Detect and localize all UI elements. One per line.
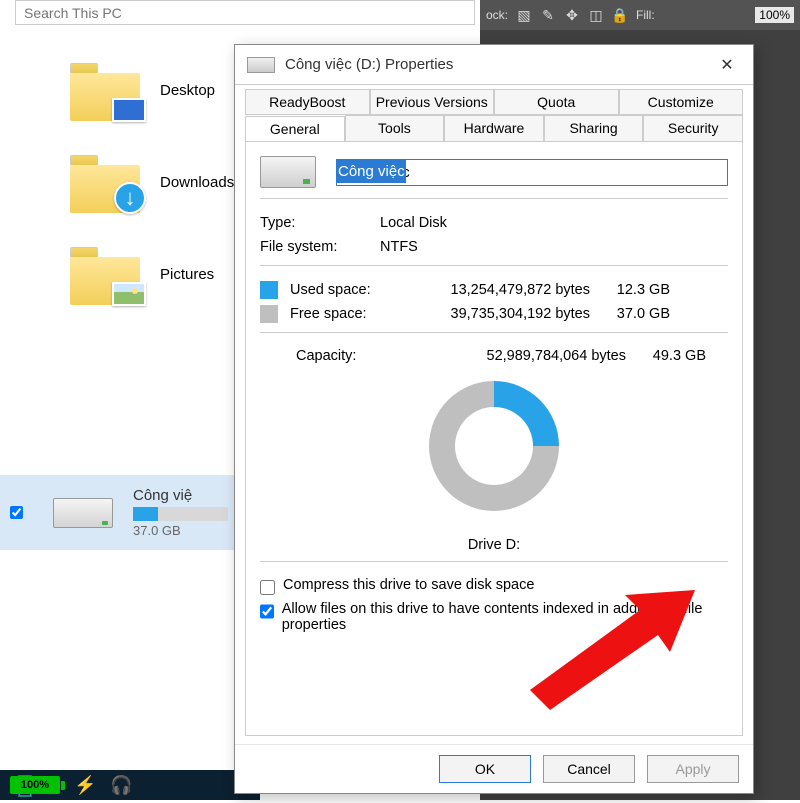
tab-previous-versions[interactable]: Previous Versions bbox=[370, 89, 495, 115]
compress-label: Compress this drive to save disk space bbox=[283, 577, 534, 593]
tab-customize[interactable]: Customize bbox=[619, 89, 744, 115]
used-bytes: 13,254,479,872 bytes bbox=[400, 282, 590, 298]
drive-icon bbox=[260, 156, 316, 188]
used-swatch bbox=[260, 281, 278, 299]
free-swatch bbox=[260, 305, 278, 323]
lock-icon[interactable]: ▧ bbox=[516, 7, 532, 23]
folder-label: Downloads bbox=[160, 174, 234, 191]
folder-label: Desktop bbox=[160, 82, 215, 99]
drive-name-input[interactable] bbox=[336, 159, 728, 186]
folder-icon bbox=[70, 63, 140, 118]
close-button[interactable]: ✕ bbox=[713, 51, 741, 79]
capacity-label: Capacity: bbox=[296, 348, 416, 364]
fill-label: Fill: bbox=[636, 8, 655, 22]
fs-label: File system: bbox=[260, 239, 380, 255]
drive-name: Công việ bbox=[133, 487, 228, 504]
cancel-button[interactable]: Cancel bbox=[543, 755, 635, 783]
type-label: Type: bbox=[260, 215, 380, 231]
type-value: Local Disk bbox=[380, 215, 728, 231]
drive-icon bbox=[53, 498, 113, 528]
padlock-icon[interactable]: 🔒 bbox=[612, 7, 628, 23]
tab-sharing[interactable]: Sharing bbox=[544, 115, 644, 141]
crop-icon[interactable]: ◫ bbox=[588, 7, 604, 23]
folder-label: Pictures bbox=[160, 266, 214, 283]
headphone-icon: 🎧 bbox=[110, 775, 132, 796]
capacity-bytes: 52,989,784,064 bytes bbox=[416, 348, 626, 364]
used-gb: 12.3 GB bbox=[590, 282, 670, 298]
tab-strip: ReadyBoost Previous Versions Quota Custo… bbox=[235, 85, 753, 141]
compress-checkbox[interactable] bbox=[260, 580, 275, 595]
ps-mock-label: ock: bbox=[486, 8, 508, 22]
ps-toolbar: ock: ▧ ✎ ✥ ◫ 🔒 Fill: 100% bbox=[480, 0, 800, 30]
folder-icon bbox=[70, 247, 140, 302]
ok-button[interactable]: OK bbox=[439, 755, 531, 783]
lightning-icon: ⚡ bbox=[74, 775, 96, 796]
capacity-gb: 49.3 GB bbox=[626, 348, 706, 364]
free-label: Free space: bbox=[290, 306, 400, 322]
taskbar: 100% ⚡ 🎧 bbox=[0, 770, 260, 800]
annotation-arrow bbox=[530, 590, 700, 715]
index-checkbox[interactable] bbox=[260, 604, 274, 619]
drive-icon bbox=[247, 57, 275, 73]
used-label: Used space: bbox=[290, 282, 400, 298]
tab-security[interactable]: Security bbox=[643, 115, 743, 141]
tab-readyboost[interactable]: ReadyBoost bbox=[245, 89, 370, 115]
drive-free-text: 37.0 GB bbox=[133, 523, 228, 538]
folder-icon: ↓ bbox=[70, 155, 140, 210]
tab-quota[interactable]: Quota bbox=[494, 89, 619, 115]
dialog-button-row: OK Cancel Apply bbox=[235, 744, 753, 793]
tab-hardware[interactable]: Hardware bbox=[444, 115, 544, 141]
dialog-title: Công việc (D:) Properties bbox=[285, 56, 453, 73]
usage-pie-chart bbox=[429, 381, 559, 511]
drive-letter-label: Drive D: bbox=[468, 537, 520, 553]
explorer-search-input[interactable] bbox=[15, 0, 475, 25]
tab-tools[interactable]: Tools bbox=[345, 115, 445, 141]
fill-value[interactable]: 100% bbox=[755, 7, 794, 23]
fs-value: NTFS bbox=[380, 239, 728, 255]
tab-general[interactable]: General bbox=[245, 116, 345, 142]
drive-usage-bar bbox=[133, 507, 228, 521]
free-gb: 37.0 GB bbox=[590, 306, 670, 322]
dialog-titlebar[interactable]: Công việc (D:) Properties ✕ bbox=[235, 45, 753, 85]
brush-icon[interactable]: ✎ bbox=[540, 7, 556, 23]
battery-indicator: 100% bbox=[10, 776, 60, 794]
drive-checkbox[interactable] bbox=[10, 506, 23, 519]
apply-button[interactable]: Apply bbox=[647, 755, 739, 783]
free-bytes: 39,735,304,192 bytes bbox=[400, 306, 590, 322]
move-icon[interactable]: ✥ bbox=[564, 7, 580, 23]
